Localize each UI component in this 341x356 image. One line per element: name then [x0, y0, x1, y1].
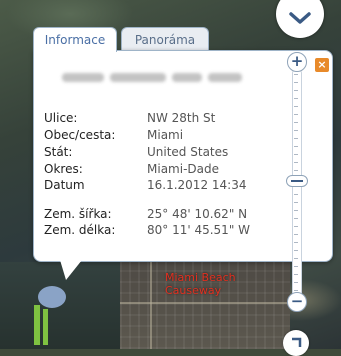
- zoom-out-button[interactable]: −: [287, 292, 307, 312]
- map-label-line2: Causeway: [165, 284, 222, 297]
- detail-label: Stát:: [44, 145, 73, 159]
- blurred-address: [62, 71, 262, 83]
- plus-icon: +: [290, 52, 304, 70]
- chevron-down-icon: [289, 12, 311, 24]
- detail-value: 16.1.2012 14:34: [147, 178, 247, 192]
- zoom-in-button[interactable]: +: [287, 52, 307, 72]
- detail-label: Zem. délka:: [44, 223, 116, 237]
- detail-value: Miami: [147, 128, 184, 142]
- detail-value: NW 28th St: [147, 111, 216, 125]
- minus-icon: −: [290, 292, 304, 310]
- detail-label: Obec/cesta:: [44, 128, 116, 142]
- close-button[interactable]: ×: [315, 58, 329, 72]
- detail-label: Ulice:: [44, 111, 78, 125]
- close-icon: ×: [317, 58, 327, 71]
- detail-label: Zem. šířka:: [44, 207, 112, 221]
- map-place-label: Miami Beach Causeway: [165, 271, 236, 297]
- tab-panorama[interactable]: Panoráma: [121, 27, 209, 51]
- map-road: [150, 262, 152, 349]
- info-window-tail: [60, 260, 82, 280]
- detail-label: Datum: [44, 178, 85, 192]
- detail-value: 80° 11' 45.51" W: [147, 223, 251, 237]
- zoom-control[interactable]: + −: [286, 52, 308, 320]
- detail-value: 25° 48' 10.62" N: [147, 207, 248, 221]
- map-label-line1: Miami Beach: [165, 271, 236, 284]
- rotate-icon: [292, 337, 302, 347]
- detail-value: Miami-Dade: [147, 162, 219, 176]
- detail-label: Okres:: [44, 162, 83, 176]
- map-road: [120, 302, 290, 304]
- pegman-icon[interactable]: [26, 283, 70, 345]
- tab-informace[interactable]: Informace: [33, 27, 117, 52]
- zoom-slider-handle[interactable]: [286, 175, 308, 187]
- rotate-control[interactable]: [283, 330, 309, 356]
- detail-value: United States: [147, 145, 229, 159]
